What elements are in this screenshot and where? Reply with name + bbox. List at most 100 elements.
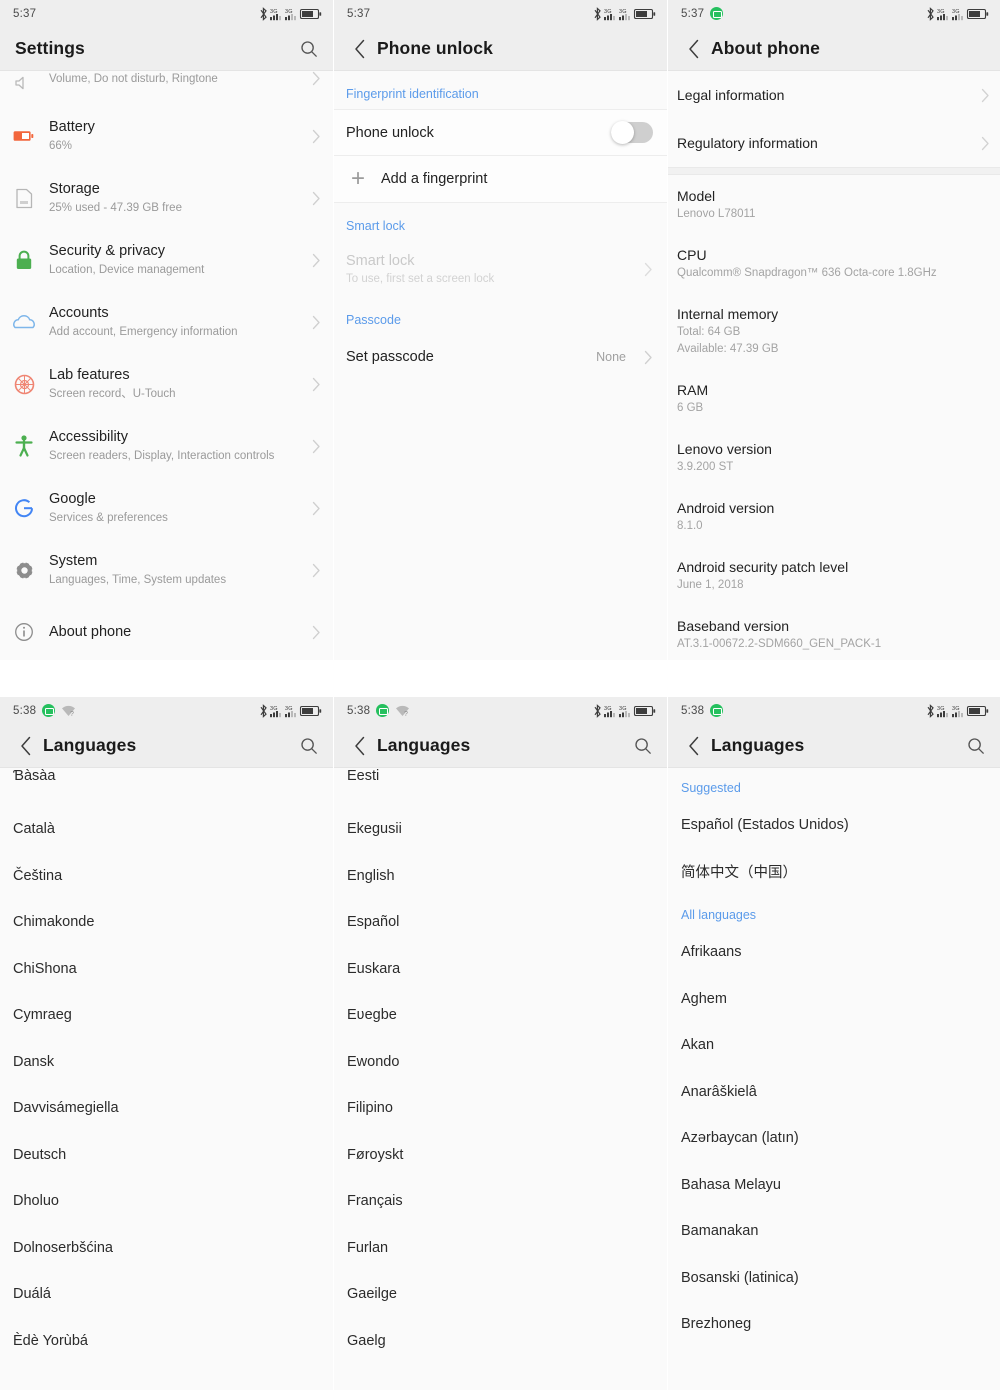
list-item[interactable]: Anarâškielâ xyxy=(668,1069,1000,1116)
list-item-partial[interactable]: Volume, Do not disturb, Ringtone xyxy=(0,71,333,105)
sidebar-item-accessibility[interactable]: Accessibility Screen readers, Display, I… xyxy=(0,415,333,477)
search-icon[interactable] xyxy=(629,732,657,760)
list-item[interactable]: Azərbaycan (latın) xyxy=(668,1115,1000,1162)
list-item[interactable]: Español xyxy=(334,899,667,946)
list-item[interactable]: Dholuo xyxy=(0,1178,333,1225)
list-item[interactable]: Gaeilge xyxy=(334,1271,667,1318)
smart-lock-row: Smart lock To use, first set a screen lo… xyxy=(334,241,667,297)
list-item-subtitle: Volume, Do not disturb, Ringtone xyxy=(49,73,218,85)
toggle-label: Phone unlock xyxy=(346,124,434,141)
sidebar-item-google[interactable]: Google Services & preferences xyxy=(0,477,333,539)
list-item[interactable]: Cymraeg xyxy=(0,992,333,1039)
signal-3g-icon-1: 3G xyxy=(270,7,283,21)
list-item[interactable]: Bahasa Melayu xyxy=(668,1162,1000,1209)
list-item-title: Battery xyxy=(49,119,95,135)
list-item[interactable]: Eesti xyxy=(334,768,667,806)
list-item[interactable]: Gaelg xyxy=(334,1318,667,1365)
list-item[interactable]: Ɓàsàa xyxy=(0,768,333,806)
back-button[interactable] xyxy=(347,733,373,759)
list-item[interactable]: Euskara xyxy=(334,946,667,993)
battery-icon xyxy=(12,124,36,148)
language-list: Suggested Español (Estados Unidos) 简体中文（… xyxy=(668,768,1000,1348)
list-item[interactable]: Español (Estados Unidos) xyxy=(668,802,1000,849)
list-item[interactable]: English xyxy=(334,853,667,900)
back-button[interactable] xyxy=(13,733,39,759)
sound-icon xyxy=(12,71,36,95)
info-icon xyxy=(12,620,36,644)
page-title: Settings xyxy=(15,38,85,58)
message-icon xyxy=(710,704,724,717)
page-title: Languages xyxy=(377,735,471,755)
list-item[interactable]: Føroyskt xyxy=(334,1132,667,1179)
back-button[interactable] xyxy=(347,36,373,62)
smart-lock-title: Smart lock xyxy=(346,252,415,269)
settings-title-bar: Settings xyxy=(0,27,333,71)
list-item[interactable]: Ewondo xyxy=(334,1039,667,1086)
phone-unlock-toggle[interactable] xyxy=(611,121,653,144)
phone-unlock-title-bar: Phone unlock xyxy=(334,27,667,71)
bluetooth-icon xyxy=(259,6,268,21)
list-item-subtitle: 25% used - 47.39 GB free xyxy=(49,202,182,214)
list-item[interactable]: Davvisámegiella xyxy=(0,1085,333,1132)
message-icon xyxy=(710,7,724,20)
phone-unlock-toggle-row[interactable]: Phone unlock xyxy=(334,109,667,156)
info-key: Model xyxy=(677,188,716,204)
list-item[interactable]: Dansk xyxy=(0,1039,333,1086)
list-item[interactable]: Català xyxy=(0,806,333,853)
list-item[interactable]: Afrikaans xyxy=(668,929,1000,976)
sidebar-item-about-phone[interactable]: About phone xyxy=(0,601,333,660)
list-item[interactable]: Akan xyxy=(668,1022,1000,1069)
panel-about-phone: 5:37 3G 3G About phone Legal information… xyxy=(668,0,1000,660)
back-button[interactable] xyxy=(681,733,707,759)
back-button[interactable] xyxy=(681,36,707,62)
list-item[interactable]: Deutsch xyxy=(0,1132,333,1179)
list-item[interactable]: ChiShona xyxy=(0,946,333,993)
sidebar-item-accounts[interactable]: Accounts Add account, Emergency informat… xyxy=(0,291,333,353)
info-value: Total: 64 GB Available: 47.39 GB xyxy=(677,326,779,355)
status-bar: 5:37 3G 3G xyxy=(668,0,1000,27)
list-item-title: Lab features xyxy=(49,367,130,383)
list-item[interactable]: 简体中文（中国） xyxy=(668,849,1000,896)
list-item-title: Storage xyxy=(49,181,100,197)
battery-status-icon xyxy=(966,705,989,717)
list-item[interactable]: Eʋegbe xyxy=(334,992,667,1039)
about-item-label: Legal information xyxy=(677,87,785,103)
list-item[interactable]: Bamanakan xyxy=(668,1208,1000,1255)
section-header-passcode: Passcode xyxy=(346,313,401,327)
list-item[interactable]: Français xyxy=(334,1178,667,1225)
list-item[interactable]: Chimakonde xyxy=(0,899,333,946)
search-icon[interactable] xyxy=(962,732,990,760)
sidebar-item-security-privacy[interactable]: Security & privacy Location, Device mana… xyxy=(0,229,333,291)
search-icon[interactable] xyxy=(295,732,323,760)
status-time: 5:38 xyxy=(347,704,371,717)
sidebar-item-storage[interactable]: Storage 25% used - 47.39 GB free xyxy=(0,167,333,229)
list-item[interactable]: Èdè Yorùbá xyxy=(0,1318,333,1365)
list-item[interactable]: Ekegusii xyxy=(334,806,667,853)
list-item[interactable]: Brezhoneg xyxy=(668,1301,1000,1348)
list-item[interactable]: Duálá xyxy=(0,1271,333,1318)
status-bar: 5:38 ? 3G 3G xyxy=(0,697,333,724)
list-item-subtitle: Add account, Emergency information xyxy=(49,326,238,338)
sidebar-item-lab-features[interactable]: Lab features Screen record、U-Touch xyxy=(0,353,333,415)
battery-status-icon xyxy=(299,8,322,20)
list-item[interactable]: Filipino xyxy=(334,1085,667,1132)
status-bar: 5:38 ? 3G 3G xyxy=(334,697,667,724)
languages-title-bar: Languages xyxy=(668,724,1000,768)
list-item-subtitle: Screen record、U-Touch xyxy=(49,388,176,400)
signal-3g-icon-2: 3G xyxy=(619,704,632,718)
list-item[interactable]: Bosanski (latinica) xyxy=(668,1255,1000,1302)
set-passcode-row[interactable]: Set passcode None xyxy=(334,335,667,379)
sidebar-item-battery[interactable]: Battery 66% xyxy=(0,105,333,167)
list-item[interactable]: Aghem xyxy=(668,976,1000,1023)
about-item-legal-information[interactable]: Legal information xyxy=(668,71,1000,119)
about-item-regulatory-information[interactable]: Regulatory information xyxy=(668,119,1000,167)
sidebar-item-system[interactable]: System Languages, Time, System updates xyxy=(0,539,333,601)
search-icon[interactable] xyxy=(295,35,323,63)
list-item-subtitle: Languages, Time, System updates xyxy=(49,574,227,586)
list-item[interactable]: Čeština xyxy=(0,853,333,900)
message-icon xyxy=(376,704,390,717)
list-item[interactable]: Furlan xyxy=(334,1225,667,1272)
list-item[interactable]: Dolnoserbšćina xyxy=(0,1225,333,1272)
add-fingerprint-button[interactable]: + Add a fingerprint xyxy=(334,156,667,203)
chevron-right-icon xyxy=(303,563,321,578)
